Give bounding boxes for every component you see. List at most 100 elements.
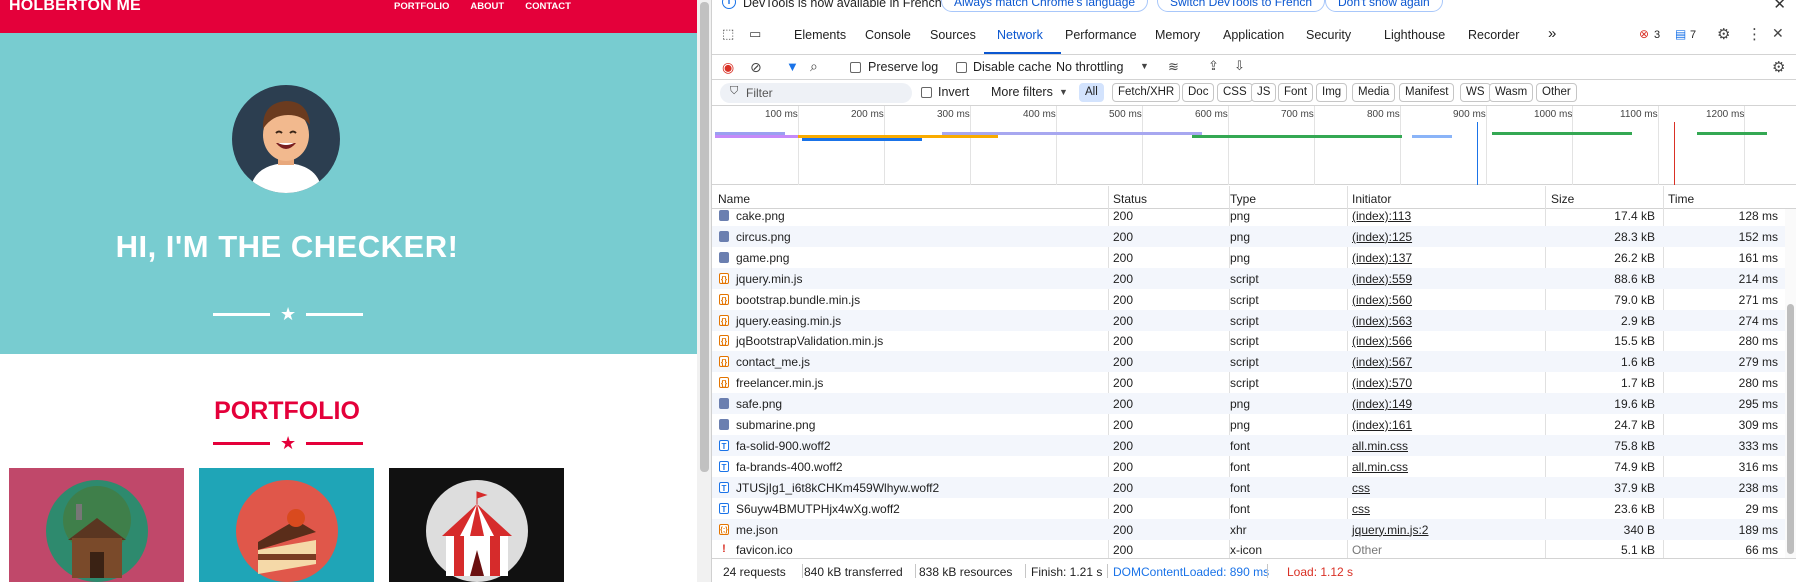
switch-french-button[interactable]: Switch DevTools to French xyxy=(1157,0,1326,12)
column-size[interactable]: Size xyxy=(1551,192,1574,206)
request-initiator[interactable]: (index):161 xyxy=(1352,418,1412,432)
filter-input[interactable]: ⛉ Filter xyxy=(720,83,912,103)
chip-font[interactable]: Font xyxy=(1278,83,1314,102)
site-scrollbar[interactable] xyxy=(697,0,712,582)
nav-link-contact[interactable]: CONTACT xyxy=(525,1,571,12)
table-row[interactable]: {} jquery.easing.min.js 200 script (index):5… xyxy=(712,309,1785,331)
request-initiator[interactable]: (index):559 xyxy=(1352,272,1412,286)
table-row[interactable]: T S6uyw4BMUTPHjx4wXg.woff2 200 font css 23.6 … xyxy=(712,498,1785,519)
import-har-icon[interactable]: ⇪ xyxy=(1208,58,1219,74)
column-name[interactable]: Name xyxy=(718,192,750,206)
nav-link-portfolio[interactable]: PORTFOLIO xyxy=(394,1,449,12)
request-initiator[interactable]: all.min.css xyxy=(1352,460,1408,474)
table-row[interactable]: {} jquery.min.js 200 script (index):559 88.6 … xyxy=(712,267,1785,289)
table-row[interactable]: {;} me.json 200 xhr jquery.min.js:2 340 B 189 … xyxy=(712,518,1785,540)
dont-show-again-button[interactable]: Don't show again xyxy=(1325,0,1443,12)
table-row[interactable]: {} contact_me.js 200 script (index):567 1.6 k… xyxy=(712,351,1785,373)
nav-link-about[interactable]: ABOUT xyxy=(470,1,504,12)
request-initiator[interactable]: (index):570 xyxy=(1352,376,1412,390)
tab-lighthouse[interactable]: Lighthouse xyxy=(1384,28,1445,42)
close-icon[interactable]: ✕ xyxy=(1773,0,1786,13)
export-har-icon[interactable]: ⇩ xyxy=(1234,58,1245,74)
request-initiator[interactable]: (index):563 xyxy=(1352,314,1412,328)
error-icon[interactable]: ⊗ xyxy=(1639,27,1649,41)
column-status[interactable]: Status xyxy=(1113,192,1147,206)
search-icon[interactable]: ⌕ xyxy=(810,58,818,75)
tab-network[interactable]: Network xyxy=(997,28,1043,42)
more-filters-button[interactable]: More filters xyxy=(991,85,1053,99)
table-row[interactable]: safe.png 200 png (index):149 19.6 kB 295 ms xyxy=(712,393,1785,415)
tab-elements[interactable]: Elements xyxy=(794,28,846,42)
tab-performance[interactable]: Performance xyxy=(1065,28,1137,42)
table-scrollbar[interactable] xyxy=(1785,209,1796,558)
column-initiator[interactable]: Initiator xyxy=(1352,192,1391,206)
tab-application[interactable]: Application xyxy=(1223,28,1284,42)
record-stop-icon[interactable]: ◉ xyxy=(722,59,734,76)
chip-js[interactable]: JS xyxy=(1251,83,1277,102)
chip-ws[interactable]: WS xyxy=(1460,83,1491,102)
message-count[interactable]: 7 xyxy=(1690,29,1696,41)
table-row[interactable]: Tfa-brands-400.woff2 200 font all.min.css 74… xyxy=(712,456,1785,477)
tab-recorder[interactable]: Recorder xyxy=(1468,28,1519,42)
chip-img[interactable]: Img xyxy=(1316,83,1348,102)
message-icon[interactable]: ▤ xyxy=(1675,27,1686,41)
more-tabs-button[interactable]: » xyxy=(1548,25,1556,42)
network-settings-gear-icon[interactable]: ⚙ xyxy=(1772,58,1785,76)
table-row[interactable]: game.png 200 png (index):137 26.2 kB 161 ms xyxy=(712,247,1785,268)
request-initiator[interactable]: (index):125 xyxy=(1352,230,1412,244)
request-initiator[interactable]: jquery.min.js:2 xyxy=(1352,523,1428,537)
kebab-menu-icon[interactable]: ⋮ xyxy=(1747,25,1762,43)
table-row[interactable]: {} jqBootstrapValidation.min.js 200 script (… xyxy=(712,330,1785,351)
request-initiator[interactable]: (index):137 xyxy=(1352,251,1412,265)
match-language-button[interactable]: Always match Chrome's language xyxy=(941,0,1149,12)
disable-cache-checkbox[interactable] xyxy=(956,62,967,73)
chip-media[interactable]: Media xyxy=(1352,83,1396,102)
site-brand[interactable]: HOLBERTON ME xyxy=(9,0,141,15)
table-row[interactable]: {} bootstrap.bundle.min.js 200 script (index… xyxy=(712,289,1785,310)
throttling-select[interactable]: No throttling xyxy=(1056,60,1123,74)
tab-sources[interactable]: Sources xyxy=(930,28,976,42)
request-initiator[interactable]: (index):560 xyxy=(1352,293,1412,307)
invert-checkbox[interactable] xyxy=(921,87,932,98)
request-initiator[interactable]: (index):113 xyxy=(1352,209,1411,223)
request-initiator[interactable]: css xyxy=(1352,502,1370,516)
table-row[interactable]: Tfa-solid-900.woff2 200 font all.min.css 75.… xyxy=(712,434,1785,456)
device-toolbar-icon[interactable]: ▭ xyxy=(749,26,761,42)
request-initiator[interactable]: all.min.css xyxy=(1352,439,1408,453)
chip-wasm[interactable]: Wasm xyxy=(1489,83,1534,102)
preserve-log-checkbox[interactable] xyxy=(850,62,861,73)
column-time[interactable]: Time xyxy=(1668,192,1694,206)
request-initiator[interactable]: (index):566 xyxy=(1352,334,1412,348)
table-row[interactable]: {} freelancer.min.js 200 script (index):570 1… xyxy=(712,372,1785,393)
filter-funnel-icon[interactable]: ▼ xyxy=(786,59,799,74)
table-row[interactable]: submarine.png 200 png (index):161 24.7 kB 309… xyxy=(712,414,1785,435)
tab-security[interactable]: Security xyxy=(1306,28,1351,42)
request-initiator[interactable]: (index):149 xyxy=(1352,397,1412,411)
portfolio-card-circus[interactable] xyxy=(389,468,564,582)
portfolio-card-cake[interactable] xyxy=(199,468,374,582)
chevron-down-icon[interactable]: ▼ xyxy=(1140,61,1149,71)
chip-doc[interactable]: Doc xyxy=(1182,83,1215,102)
inspect-element-icon[interactable]: ⬚ xyxy=(722,26,734,42)
column-type[interactable]: Type xyxy=(1230,192,1256,206)
chip-manifest[interactable]: Manifest xyxy=(1399,83,1455,102)
network-overview-timeline[interactable]: 100 ms 200 ms 300 ms 400 ms 500 ms 600 m… xyxy=(712,106,1796,185)
network-conditions-icon[interactable]: ≋ xyxy=(1168,59,1179,75)
tab-console[interactable]: Console xyxy=(865,28,911,42)
settings-gear-icon[interactable]: ⚙ xyxy=(1717,25,1730,43)
portfolio-card-cabin[interactable] xyxy=(9,468,184,582)
chip-other[interactable]: Other xyxy=(1536,83,1577,102)
chip-fetch-xhr[interactable]: Fetch/XHR xyxy=(1112,83,1181,102)
table-row[interactable]: T JTUSjIg1_i6t8kCHKm459Wlhyw.woff2 200 font… xyxy=(712,476,1785,498)
chip-css[interactable]: CSS xyxy=(1217,83,1253,102)
table-row[interactable]: ! favicon.ico 200 x-icon Other 5.1 kB 66 ms xyxy=(712,539,1785,558)
close-devtools-icon[interactable]: ✕ xyxy=(1772,25,1784,42)
request-initiator[interactable]: (index):567 xyxy=(1352,355,1412,369)
table-row[interactable]: cake.png 200 png (index):113 17.4 kB 128 ms xyxy=(712,209,1785,226)
table-row[interactable]: circus.png 200 png (index):125 28.3 kB 152 ms xyxy=(712,225,1785,247)
error-count[interactable]: 3 xyxy=(1654,29,1660,41)
clear-icon[interactable]: ⊘ xyxy=(750,59,762,76)
tab-memory[interactable]: Memory xyxy=(1155,28,1200,42)
chevron-down-icon[interactable]: ▼ xyxy=(1059,87,1068,97)
request-initiator[interactable]: css xyxy=(1352,481,1370,495)
